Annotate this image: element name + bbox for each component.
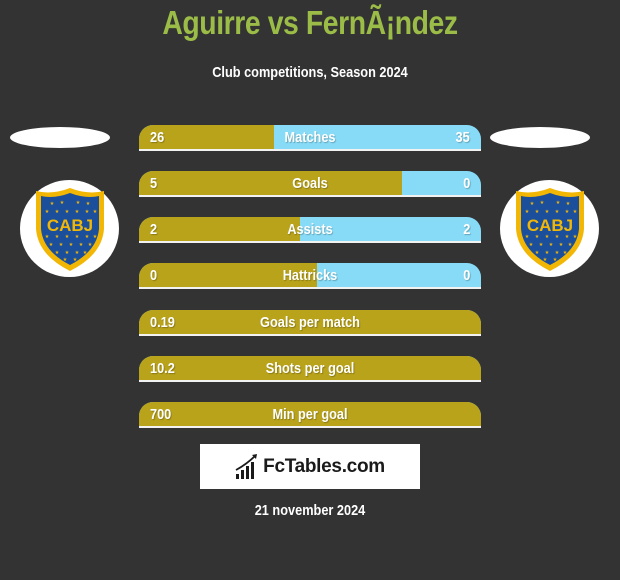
stat-row-matches: 26 Matches 35: [139, 125, 481, 151]
stat-label: Goals per match: [260, 314, 360, 331]
svg-text:★: ★: [92, 209, 97, 215]
svg-text:★: ★: [534, 250, 539, 256]
stat-row-goals: 5 Goals 0: [139, 171, 481, 197]
svg-text:★: ★: [542, 257, 547, 263]
cabj-crest-icon: ★ ★ ★ ★ ★ ★ ★ ★ ★ ★ ★ ★ ★ ★ ★ ★ ★ ★ ★ ★ ★ ★ ★ ★ ★ ★ ★ CABJ: [515, 187, 584, 271]
report-date: 21 november 2024: [254, 502, 366, 519]
svg-text:★: ★: [572, 234, 577, 240]
svg-text:★: ★: [544, 209, 549, 215]
svg-text:★: ★: [64, 209, 69, 215]
svg-text:★: ★: [567, 242, 572, 248]
left-value: 2: [150, 221, 158, 238]
svg-text:★: ★: [49, 201, 54, 207]
svg-text:★: ★: [544, 250, 549, 256]
fctables-logo[interactable]: FcTables.com: [200, 444, 420, 489]
svg-text:★: ★: [562, 250, 567, 256]
cabj-crest-icon: ★ ★ ★ ★ ★ ★ ★ ★ ★ ★ ★ ★ ★ ★ ★ ★ ★ ★ ★ ★ ★ ★ ★ ★ ★ ★ ★ CABJ: [35, 187, 104, 271]
svg-text:★: ★: [558, 242, 563, 248]
svg-text:★: ★: [87, 242, 92, 248]
right-value: 35: [455, 129, 470, 146]
svg-text:★: ★: [564, 209, 569, 215]
svg-text:★: ★: [54, 250, 59, 256]
svg-text:★: ★: [565, 201, 570, 207]
right-team-logo: ★ ★ ★ ★ ★ ★ ★ ★ ★ ★ ★ ★ ★ ★ ★ ★ ★ ★ ★ ★ ★ ★ ★ ★ ★ ★ ★ CABJ: [500, 180, 599, 277]
svg-text:★: ★: [74, 209, 79, 215]
crest-text: CABJ: [526, 216, 572, 235]
right-value: 2: [462, 221, 470, 238]
stat-row-goals-per-match: 0.19 Goals per match: [139, 310, 481, 336]
svg-text:★: ★: [572, 209, 577, 215]
svg-text:★: ★: [82, 250, 87, 256]
svg-text:★: ★: [74, 250, 79, 256]
svg-text:★: ★: [548, 242, 553, 248]
svg-text:★: ★: [555, 200, 560, 206]
stat-row-shots-per-goal: 10.2 Shots per goal: [139, 356, 481, 382]
svg-text:★: ★: [529, 201, 534, 207]
svg-text:★: ★: [92, 234, 97, 240]
left-value: 5: [150, 175, 158, 192]
right-value: 0: [462, 175, 470, 192]
svg-text:★: ★: [539, 200, 544, 206]
svg-text:★: ★: [72, 257, 77, 263]
stat-label: Hattricks: [282, 267, 338, 284]
svg-text:★: ★: [68, 242, 73, 248]
svg-text:★: ★: [62, 257, 67, 263]
svg-text:★: ★: [528, 242, 533, 248]
left-player-placeholder: [10, 127, 110, 148]
stat-row-hattricks: 0 Hattricks 0: [139, 263, 481, 289]
svg-text:★: ★: [59, 200, 64, 206]
stat-label: Shots per goal: [265, 360, 355, 377]
left-value: 0: [150, 267, 158, 284]
bar-chart-icon: [235, 453, 258, 479]
svg-text:★: ★: [78, 242, 83, 248]
svg-text:★: ★: [44, 209, 49, 215]
stat-label: Matches: [284, 129, 336, 146]
brand-text: FcTables.com: [263, 455, 385, 477]
page-title: Aguirre vs FernÃ¡ndez: [162, 4, 458, 41]
stat-label: Min per goal: [272, 406, 348, 423]
svg-text:★: ★: [552, 257, 557, 263]
svg-text:★: ★: [524, 209, 529, 215]
stat-label: Goals: [292, 175, 328, 192]
right-value: 0: [462, 267, 470, 284]
svg-text:★: ★: [75, 200, 80, 206]
stat-row-assists: 2 Assists 2: [139, 217, 481, 243]
stat-row-min-per-goal: 700 Min per goal: [139, 402, 481, 428]
svg-text:★: ★: [64, 250, 69, 256]
svg-text:★: ★: [538, 242, 543, 248]
right-player-placeholder: [490, 127, 590, 148]
svg-text:★: ★: [84, 209, 89, 215]
svg-text:★: ★: [58, 242, 63, 248]
svg-text:★: ★: [534, 209, 539, 215]
svg-text:★: ★: [54, 209, 59, 215]
svg-text:★: ★: [48, 242, 53, 248]
svg-text:★: ★: [554, 250, 559, 256]
svg-text:★: ★: [554, 209, 559, 215]
left-value: 26: [150, 129, 165, 146]
page-subtitle: Club competitions, Season 2024: [212, 64, 408, 81]
left-team-logo: ★ ★ ★ ★ ★ ★ ★ ★ ★ ★ ★ ★ ★ ★ ★ ★ ★ ★ ★ ★ ★ ★ ★ ★ ★ ★ ★ CABJ: [20, 180, 119, 277]
crest-text: CABJ: [46, 216, 92, 235]
stat-label: Assists: [287, 221, 333, 238]
svg-text:★: ★: [85, 201, 90, 207]
